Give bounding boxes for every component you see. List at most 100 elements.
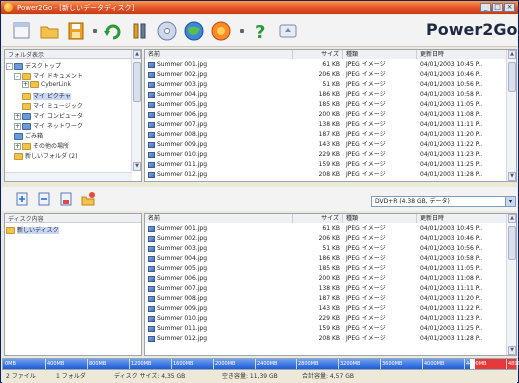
disc-icon[interactable] (155, 19, 179, 43)
image-file-icon (148, 141, 155, 148)
tree-item-label: その他の場所 (33, 143, 70, 150)
file-row[interactable]: Summer 007.jpg 138 KB JPEG イメージ 04/01/2003 … (145, 284, 507, 293)
expand-icon[interactable]: + (14, 143, 21, 150)
col-name[interactable]: 名前 (145, 214, 293, 223)
tree-item[interactable]: + マイ ネットワーク (14, 121, 83, 130)
tree-item-label: CyberLink (41, 81, 71, 88)
maximize-button[interactable]: □ (492, 3, 503, 12)
tree-item[interactable]: マイ ピクチャ (22, 91, 71, 100)
tree-item[interactable]: - マイ ドキュメント (14, 71, 83, 80)
file-row[interactable]: Summer 004.jpg 186 KB JPEG イメージ 04/01/2003 … (145, 90, 507, 99)
minimize-button[interactable]: _ (480, 3, 491, 12)
capacity-tick (129, 359, 130, 369)
new-folder-icon[interactable] (58, 191, 74, 207)
scroll-up-arrow[interactable]: ▲ (508, 50, 516, 59)
file-row[interactable]: Summer 001.jpg 61 KB JPEG イメージ 04/01/2003 1… (145, 224, 507, 233)
disc-list-scrollbar[interactable]: ▲ ▼ (506, 214, 516, 355)
expand-icon[interactable]: + (14, 113, 21, 120)
help-icon[interactable]: ? (249, 19, 273, 43)
scroll-thumb[interactable] (508, 226, 516, 260)
col-size[interactable]: サイズ (293, 50, 343, 59)
status-bar: 2 ファイル 1 フォルダ ディスク サイズ: 4,35 GB 空き容量: 11… (2, 371, 517, 383)
collapse-icon[interactable]: - (6, 63, 13, 70)
col-type[interactable]: 種類 (343, 214, 417, 223)
file-row[interactable]: Summer 002.jpg 206 KB JPEG イメージ 04/01/2003 … (145, 70, 507, 79)
file-row[interactable]: Summer 010.jpg 229 KB JPEG イメージ 04/01/2003 … (145, 150, 507, 159)
settings-icon[interactable] (128, 19, 152, 43)
expand-icon[interactable]: + (14, 123, 21, 130)
burn-icon[interactable] (209, 19, 233, 43)
tree-item[interactable]: + CyberLink (22, 81, 71, 90)
file-size: 200 KB (318, 275, 340, 282)
file-row[interactable]: Summer 012.jpg 208 KB JPEG イメージ 04/01/2003 … (145, 170, 507, 179)
col-name[interactable]: 名前 (145, 50, 293, 59)
disc-type-select[interactable]: DVD+R (4.38 GB, データ) ▾ (371, 196, 516, 207)
scroll-thumb[interactable] (508, 62, 516, 92)
tree-item[interactable]: - デスクトップ (6, 61, 61, 70)
scroll-up-arrow[interactable]: ▲ (508, 214, 516, 223)
file-name-cell: Summer 007.jpg (145, 120, 293, 129)
col-type[interactable]: 種類 (343, 50, 417, 59)
tree-item[interactable]: ごみ箱 (14, 131, 43, 140)
tree-item[interactable]: 新しいフォルダ (2) (14, 151, 77, 160)
capacity-label: 4400MB (466, 361, 487, 367)
file-row[interactable]: Summer 005.jpg 185 KB JPEG イメージ 04/01/2003 … (145, 100, 507, 109)
scroll-up-arrow[interactable]: ▲ (133, 50, 141, 59)
scroll-down-arrow[interactable]: ▼ (508, 172, 516, 181)
expand-icon[interactable]: + (22, 81, 29, 88)
file-row[interactable]: Summer 011.jpg 159 KB JPEG イメージ 04/01/2003 … (145, 160, 507, 169)
file-row[interactable]: Summer 001.jpg 61 KB JPEG イメージ 04/01/2003 1… (145, 60, 507, 69)
file-row[interactable]: Summer 002.jpg 206 KB JPEG イメージ 04/01/2003 … (145, 234, 507, 243)
remove-file-icon[interactable] (36, 191, 52, 207)
tree-item[interactable]: + マイ コンピュータ (14, 111, 83, 120)
file-row[interactable]: Summer 009.jpg 143 KB JPEG イメージ 04/01/2003 … (145, 304, 507, 313)
tree-item[interactable]: 新しいディスク (6, 225, 59, 234)
file-name: Summer 003.jpg (157, 81, 208, 88)
file-name: Summer 006.jpg (157, 275, 208, 282)
tree-item[interactable]: マイ ミュージック (22, 101, 83, 110)
save-icon[interactable] (64, 19, 88, 43)
scroll-down-arrow[interactable]: ▼ (508, 346, 516, 355)
folder-icon (22, 103, 31, 110)
file-row[interactable]: Summer 003.jpg 51 KB JPEG イメージ 04/01/2003 1… (145, 80, 507, 89)
file-row[interactable]: Summer 011.jpg 159 KB JPEG イメージ 04/01/2003 … (145, 324, 507, 333)
scroll-down-arrow[interactable]: ▼ (133, 162, 141, 171)
file-row[interactable]: Summer 007.jpg 138 KB JPEG イメージ 04/01/2003 … (145, 120, 507, 129)
file-row[interactable]: Summer 003.jpg 51 KB JPEG イメージ 04/01/2003 1… (145, 244, 507, 253)
title-bar[interactable]: Power2Go - [新しいデータディスク] _ □ × (1, 1, 518, 14)
col-size[interactable]: サイズ (293, 214, 343, 223)
file-row[interactable]: Summer 010.jpg 229 KB JPEG イメージ 04/01/2003 … (145, 314, 507, 323)
file-row[interactable]: Summer 004.jpg 186 KB JPEG イメージ 04/01/2003 … (145, 254, 507, 263)
col-date[interactable]: 更新日時 (417, 214, 508, 223)
add-file-icon[interactable] (14, 191, 30, 207)
file-row[interactable]: Summer 008.jpg 187 KB JPEG イメージ 04/01/2003 … (145, 130, 507, 139)
collapse-icon[interactable]: - (14, 73, 21, 80)
file-row[interactable]: Summer 012.jpg 208 KB JPEG イメージ 04/01/2003 … (145, 334, 507, 343)
source-list-scrollbar[interactable]: ▲ ▼ (506, 50, 516, 181)
refresh-icon[interactable] (101, 19, 125, 43)
source-tree-scrollbar[interactable]: ▲ ▼ (131, 50, 141, 171)
file-row[interactable]: Summer 006.jpg 200 KB JPEG イメージ 04/01/2003 … (145, 274, 507, 283)
file-row[interactable]: Summer 009.jpg 143 KB JPEG イメージ 04/01/2003 … (145, 140, 507, 149)
file-row[interactable]: Summer 006.jpg 200 KB JPEG イメージ 04/01/2003 … (145, 110, 507, 119)
file-row[interactable]: Summer 008.jpg 187 KB JPEG イメージ 04/01/2003 … (145, 294, 507, 303)
chevron-down-icon[interactable]: ▾ (505, 197, 515, 206)
open-folder-icon[interactable] (38, 19, 62, 43)
col-date[interactable]: 更新日時 (417, 50, 508, 59)
clear-icon[interactable] (80, 191, 96, 207)
new-project-icon[interactable] (10, 19, 34, 43)
file-name-cell: Summer 004.jpg (145, 254, 293, 263)
image-file-icon (148, 71, 155, 78)
tree-item[interactable]: + その他の場所 (14, 141, 69, 150)
close-button[interactable]: × (504, 3, 515, 12)
eject-icon[interactable] (276, 19, 300, 43)
file-name-cell: Summer 002.jpg (145, 234, 293, 243)
capacity-label: 4000MB (424, 361, 445, 367)
source-tree-hscrollbar[interactable] (5, 172, 132, 181)
image-file-icon (148, 265, 155, 272)
file-type: JPEG イメージ (346, 71, 386, 78)
scroll-thumb[interactable] (133, 62, 141, 102)
globe-icon[interactable] (182, 19, 206, 43)
file-row[interactable]: Summer 005.jpg 185 KB JPEG イメージ 04/01/2003 … (145, 264, 507, 273)
file-date: 04/01/2003 11:11 P.. (420, 285, 483, 292)
